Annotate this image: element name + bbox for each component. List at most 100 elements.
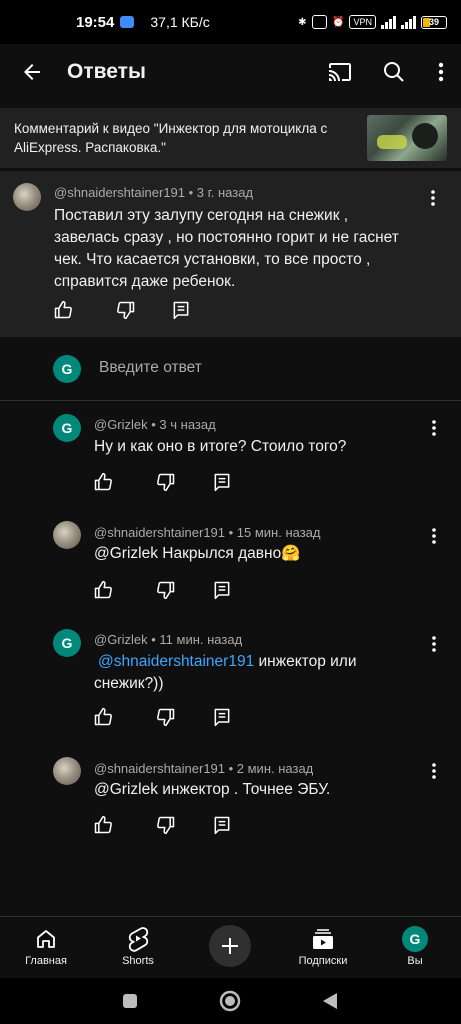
reply-button[interactable] (211, 814, 233, 836)
search-button[interactable] (367, 44, 421, 100)
reply-meta: @shnaidershtainer191 • 15 мин. назад (94, 525, 321, 540)
signal-2-icon (401, 15, 416, 29)
kebab-icon (431, 190, 435, 206)
commenter-avatar[interactable] (13, 183, 41, 211)
circle-icon (219, 990, 241, 1012)
like-button[interactable] (52, 299, 74, 321)
back-button[interactable] (0, 44, 64, 100)
triangle-back-icon (323, 993, 337, 1009)
comment-reply-icon (173, 301, 189, 320)
reply-button[interactable] (211, 471, 233, 493)
reply-avatar[interactable]: G (53, 414, 81, 442)
reply-meta: @Grizlek • 3 ч назад (94, 417, 216, 432)
thumbs-up-icon (94, 707, 112, 726)
thumbs-up-icon (94, 815, 112, 834)
cast-button[interactable] (313, 44, 367, 100)
search-icon (384, 62, 404, 82)
back-system-button[interactable] (315, 986, 345, 1016)
back-arrow-icon (24, 64, 40, 80)
app-bar: Ответы (0, 44, 461, 100)
status-bar: 19:54 37,1 КБ/с ✱ ⏰ VPN 39 (0, 0, 461, 44)
thumbs-down-icon (117, 301, 135, 320)
status-icons: ✱ ⏰ VPN 39 (298, 15, 447, 29)
reply-avatar[interactable] (53, 521, 81, 549)
more-options-button[interactable] (421, 44, 461, 100)
parent-comment: @shnaidershtainer191 • 3 г. назад Постав… (0, 171, 461, 337)
system-navigation-bar (0, 978, 461, 1024)
kebab-icon (432, 636, 436, 652)
video-context-banner[interactable]: Комментарий к видео "Инжектор для мотоци… (0, 108, 461, 168)
reply-text: @Grizlek инжектор . Точнее ЭБУ. (94, 781, 331, 798)
thumbs-down-icon (157, 473, 175, 492)
reply-button[interactable] (211, 706, 233, 728)
page-title: Ответы (67, 60, 146, 83)
reply-avatar[interactable] (53, 757, 81, 785)
subscriptions-icon (313, 929, 333, 949)
video-thumbnail[interactable] (367, 115, 447, 161)
recents-button[interactable] (115, 986, 145, 1016)
dislike-button[interactable] (155, 471, 177, 493)
dislike-button[interactable] (155, 579, 177, 601)
reply-text: @shnaidershtainer191 инжектор или снежик… (94, 651, 404, 695)
you-avatar: G (402, 926, 428, 952)
nav-you-label: Вы (407, 955, 423, 967)
comment-text: Поставил эту залупу сегодня на снежик , … (54, 207, 399, 290)
dislike-button[interactable] (155, 814, 177, 836)
video-context-text: Комментарий к видео "Инжектор для мотоци… (14, 121, 328, 155)
reply-avatar[interactable]: G (53, 629, 81, 657)
signal-1-icon (381, 15, 396, 29)
thumbs-down-icon (157, 581, 175, 600)
reply-input-placeholder[interactable]: Введите ответ (99, 359, 202, 377)
reply-button[interactable] (170, 299, 192, 321)
comment-reply-icon (214, 473, 230, 492)
reply-menu-button[interactable] (424, 632, 444, 656)
alarm-icon: ⏰ (332, 16, 345, 28)
square-icon (123, 994, 137, 1008)
dislike-button[interactable] (115, 299, 137, 321)
create-button[interactable] (209, 925, 251, 967)
reply-menu-button[interactable] (424, 416, 444, 440)
vpn-badge: VPN (349, 15, 376, 29)
nav-shorts-label: Shorts (122, 955, 154, 967)
user-avatar: G (53, 355, 81, 383)
shorts-icon (128, 927, 149, 952)
comment-menu-button[interactable] (423, 186, 443, 210)
nav-home-label: Главная (25, 955, 67, 967)
nav-shorts[interactable]: Shorts (98, 923, 178, 967)
home-icon (37, 930, 55, 948)
status-time: 19:54 (76, 13, 115, 31)
comment-meta: @shnaidershtainer191 • 3 г. назад (54, 185, 254, 200)
reply-menu-button[interactable] (424, 524, 444, 548)
nav-subscriptions[interactable]: Подписки (283, 923, 363, 967)
comment-reply-icon (214, 581, 230, 600)
reply-menu-button[interactable] (424, 759, 444, 783)
like-button[interactable] (92, 579, 114, 601)
reply-meta: @shnaidershtainer191 • 2 мин. назад (94, 761, 314, 776)
network-speed: 37,1 КБ/с (150, 14, 210, 30)
pill-icon (311, 15, 328, 29)
bottom-navigation: Главная Shorts Подписки G Вы (0, 916, 461, 978)
reply-text: @Grizlek Накрылся давно🤗 (94, 545, 301, 562)
reply-button[interactable] (211, 579, 233, 601)
reply-text: Ну и как оно в итоге? Стоило того? (94, 438, 347, 455)
thumbs-up-icon (94, 472, 112, 491)
like-button[interactable] (92, 706, 114, 728)
thumbs-up-icon (54, 300, 72, 319)
dislike-button[interactable] (155, 706, 177, 728)
nav-home[interactable]: Главная (6, 923, 86, 967)
like-button[interactable] (92, 471, 114, 493)
like-button[interactable] (92, 814, 114, 836)
kebab-icon (438, 62, 444, 82)
reply-input-row[interactable]: G Введите ответ (0, 337, 461, 401)
nav-you[interactable]: G Вы (375, 923, 455, 967)
reply-meta: @Grizlek • 11 мин. назад (94, 632, 243, 647)
nav-subscriptions-label: Подписки (298, 955, 348, 967)
kebab-icon (432, 528, 436, 544)
kebab-icon (432, 420, 436, 436)
comment-reply-icon (214, 708, 230, 727)
home-system-button[interactable] (215, 986, 245, 1016)
plus-icon (222, 938, 238, 954)
reply-mention[interactable]: @shnaidershtainer191 (98, 653, 254, 670)
thumbs-up-icon (94, 580, 112, 599)
thumbs-down-icon (157, 708, 175, 727)
